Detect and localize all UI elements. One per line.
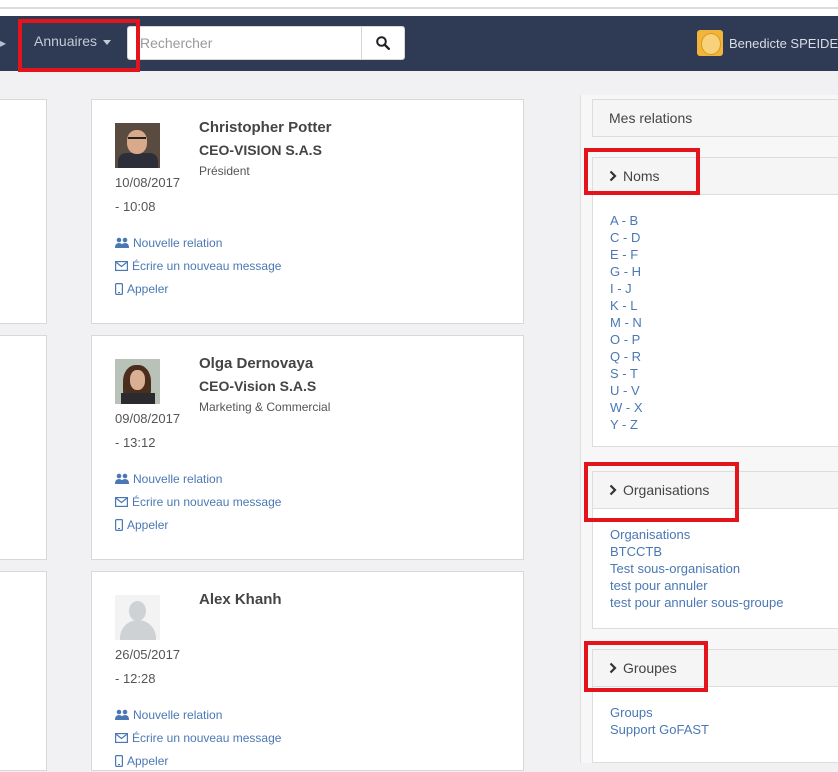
organisations-panel-body: Organisations BTCCTB Test sous-organisat…	[592, 509, 838, 629]
noms-link[interactable]: A - B	[593, 212, 838, 229]
navbar: ▸ Annuaires Benedicte SPEIDEL	[0, 16, 838, 71]
annuaires-label: Annuaires	[34, 33, 98, 49]
users-icon	[115, 473, 129, 484]
noms-panel-header[interactable]: Noms	[592, 157, 838, 195]
noms-link[interactable]: C - D	[593, 229, 838, 246]
noms-panel-body: A - B C - D E - F G - H I - J K - L M - …	[592, 195, 838, 447]
contact-name[interactable]: Christopher Potter	[199, 119, 332, 136]
new-message-link[interactable]: Écrire un nouveau message	[115, 726, 281, 749]
mobile-phone-icon	[115, 754, 123, 767]
user-menu[interactable]: Benedicte SPEIDEL	[697, 30, 838, 56]
caret-down-icon	[103, 39, 112, 45]
organisations-panel-header[interactable]: Organisations	[592, 471, 838, 509]
organisation-link[interactable]: Test sous-organisation	[593, 560, 838, 577]
contact-photo[interactable]	[115, 595, 160, 640]
search-box	[127, 26, 405, 60]
groupes-panel-header[interactable]: Groupes	[592, 649, 838, 687]
noms-link[interactable]: U - V	[593, 382, 838, 399]
mobile-phone-icon	[115, 282, 123, 295]
contact-date: 09/08/2017- 13:12	[115, 411, 181, 450]
user-name: Benedicte SPEIDEL	[729, 35, 838, 51]
new-message-link[interactable]: Écrire un nouveau message	[115, 254, 281, 277]
new-message-link[interactable]: Écrire un nouveau message	[115, 490, 281, 513]
menu-caret-icon[interactable]: ▸	[0, 36, 6, 50]
organisation-link[interactable]: test pour annuler	[593, 577, 838, 594]
chevron-right-icon	[609, 170, 617, 182]
call-link[interactable]: Appeler	[115, 749, 281, 772]
noms-link[interactable]: Y - Z	[593, 416, 838, 433]
mes-relations-link[interactable]: Mes relations	[592, 99, 838, 137]
noms-link[interactable]: Q - R	[593, 348, 838, 365]
noms-link[interactable]: S - T	[593, 365, 838, 382]
noms-title: Noms	[623, 168, 660, 184]
organisation-link[interactable]: BTCCTB	[593, 543, 838, 560]
noms-link[interactable]: K - L	[593, 297, 838, 314]
contact-name[interactable]: Alex Khanh	[199, 591, 282, 608]
search-icon	[376, 36, 390, 50]
annuaires-dropdown[interactable]: Annuaires	[34, 33, 112, 49]
noms-link[interactable]: I - J	[593, 280, 838, 297]
contact-role: Marketing & Commercial	[199, 400, 331, 414]
envelope-icon	[115, 496, 128, 507]
envelope-icon	[115, 732, 128, 743]
noms-link[interactable]: E - F	[593, 246, 838, 263]
call-link[interactable]: Appeler	[115, 513, 281, 536]
chevron-right-icon	[609, 662, 617, 674]
organisations-title: Organisations	[623, 482, 710, 498]
mobile-phone-icon	[115, 518, 123, 531]
contact-date: 26/05/2017- 12:28	[115, 647, 181, 686]
noms-link[interactable]: M - N	[593, 314, 838, 331]
envelope-icon	[115, 260, 128, 271]
contact-organisation: CEO-VISION S.A.S	[199, 142, 322, 158]
search-button[interactable]	[361, 27, 404, 59]
left-card-3	[0, 571, 47, 771]
organisation-link[interactable]: test pour annuler sous-groupe	[593, 594, 838, 611]
new-relation-link[interactable]: Nouvelle relation	[115, 467, 281, 490]
left-card-1	[0, 99, 47, 324]
groupe-link[interactable]: Groups	[593, 704, 838, 721]
noms-link[interactable]: W - X	[593, 399, 838, 416]
contact-photo[interactable]	[115, 359, 160, 404]
avatar	[697, 30, 723, 56]
contact-date: 10/08/2017- 10:08	[115, 175, 181, 214]
contact-role: Président	[199, 164, 250, 178]
top-strip	[0, 0, 838, 16]
contact-card: 10/08/2017- 10:08 Christopher Potter CEO…	[91, 99, 524, 324]
groupes-title: Groupes	[623, 660, 677, 676]
new-relation-link[interactable]: Nouvelle relation	[115, 703, 281, 726]
contact-photo[interactable]	[115, 123, 160, 168]
left-card-2	[0, 335, 47, 560]
users-icon	[115, 709, 129, 720]
search-input[interactable]	[132, 27, 362, 59]
mes-relations-label: Mes relations	[609, 110, 693, 126]
users-icon	[115, 237, 129, 248]
groupes-panel-body: Groups Support GoFAST	[592, 687, 838, 763]
contact-organisation: CEO-Vision S.A.S	[199, 378, 317, 394]
organisation-link[interactable]: Organisations	[593, 526, 838, 543]
noms-link[interactable]: G - H	[593, 263, 838, 280]
contact-card: 09/08/2017- 13:12 Olga Dernovaya CEO-Vis…	[91, 335, 524, 560]
chevron-right-icon	[609, 484, 617, 496]
new-relation-link[interactable]: Nouvelle relation	[115, 231, 281, 254]
contact-name[interactable]: Olga Dernovaya	[199, 355, 313, 372]
noms-link[interactable]: O - P	[593, 331, 838, 348]
contact-card: 26/05/2017- 12:28 Alex Khanh Nouvelle re…	[91, 571, 524, 771]
groupe-link[interactable]: Support GoFAST	[593, 721, 838, 738]
call-link[interactable]: Appeler	[115, 277, 281, 300]
